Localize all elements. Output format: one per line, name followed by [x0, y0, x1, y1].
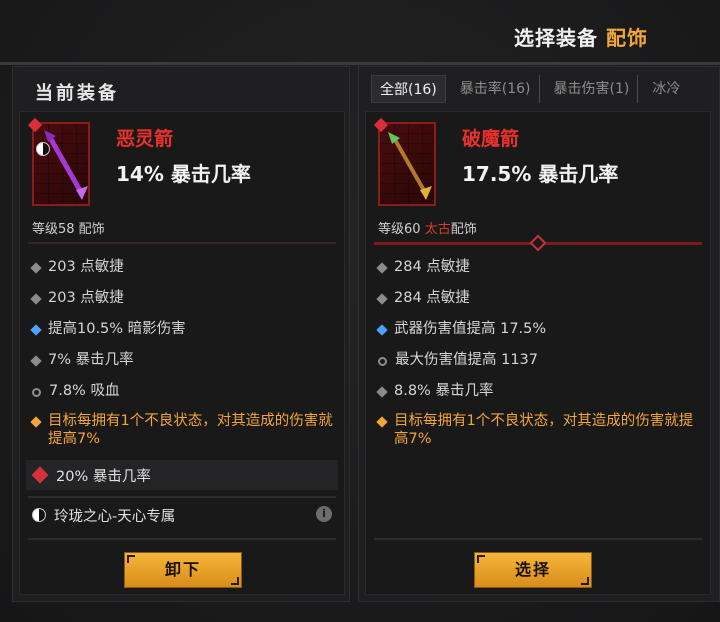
select-equipment-panel: 全部(16) 暴击率(16) 暴击伤害(1) 冰冷 破魔箭 17.5% 暴击几率… — [358, 66, 720, 602]
current-item-card[interactable]: 恶灵箭 14% 暴击几率 等级58 配饰 203 点敏捷 203 点敏捷 提高1… — [19, 111, 345, 595]
socket-row: 20% 暴击几率 — [26, 460, 338, 490]
stat-line: 7% 暴击几率 — [30, 351, 134, 369]
current-equipment-title: 当前装备 — [35, 83, 119, 104]
diamond-bullet-icon — [376, 386, 388, 398]
ancient-tag: 太古 — [424, 222, 451, 237]
current-item-level: 等级58 配饰 — [32, 222, 105, 237]
equipment-screen: 选择装备 配饰 当前装备 恶灵箭 14% 暴击几率 等级58 配饰 203 点敏… — [0, 0, 720, 622]
info-icon[interactable]: i — [316, 506, 332, 522]
diamond-bullet-icon — [30, 355, 42, 367]
item-header-divider — [28, 242, 336, 244]
stat-line: 最大伤害值提高 1137 — [376, 351, 538, 369]
diamond-bullet-icon — [376, 293, 388, 305]
select-button[interactable]: 选择 — [474, 552, 592, 588]
reroll-bullet-icon — [378, 357, 387, 366]
legendary-power-line: 目标每拥有1个不良状态，对其造成的伤害就提高7% — [376, 412, 696, 448]
candidate-item-name: 破魔箭 — [462, 128, 520, 150]
purple-arrow-icon — [27, 117, 90, 206]
current-equipment-panel: 当前装备 恶灵箭 14% 暴击几率 等级58 配饰 203 点敏捷 203 点敏… — [12, 66, 350, 602]
ancient-divider — [374, 234, 702, 252]
stat-line: 7.8% 吸血 — [30, 382, 119, 400]
filter-tabs: 全部(16) 暴击率(16) 暴击伤害(1) 冰冷 — [371, 73, 694, 105]
diamond-bullet-icon — [376, 262, 388, 274]
candidate-item-level: 等级60 太古配饰 — [378, 222, 477, 237]
orange-diamond-bullet-icon — [30, 416, 42, 428]
stat-line: 203 点敏捷 — [30, 289, 124, 307]
legendary-power-line: 目标每拥有1个不良状态，对其造成的伤害就提高7% — [30, 412, 340, 448]
screen-title-main: 选择装备 — [514, 26, 606, 50]
current-item-main-stat: 14% 暴击几率 — [116, 162, 251, 186]
diamond-bullet-icon — [30, 262, 42, 274]
green-arrow-icon — [373, 117, 436, 206]
diamond-bullet-icon — [30, 293, 42, 305]
stat-line: 提高10.5% 暗影伤害 — [30, 320, 186, 338]
stat-line: 8.8% 暴击几率 — [376, 382, 493, 400]
ruby-gem-icon — [31, 466, 49, 484]
candidate-item-card[interactable]: 破魔箭 17.5% 暴击几率 等级60 太古配饰 284 点敏捷 284 点敏捷… — [365, 111, 711, 595]
current-item-name: 恶灵箭 — [116, 128, 174, 150]
reroll-bullet-icon — [32, 388, 41, 397]
yinyang-badge-icon — [36, 142, 50, 156]
footer-divider — [28, 538, 336, 540]
diamond-knob-icon — [529, 234, 547, 252]
blue-diamond-bullet-icon — [376, 324, 388, 336]
candidate-item-main-stat: 17.5% 暴击几率 — [462, 162, 619, 186]
stat-line: 284 点敏捷 — [376, 258, 470, 276]
socket-text: 20% 暴击几率 — [56, 468, 151, 485]
set-row: 玲珑之心-天心专属 i — [26, 500, 338, 530]
socket-divider — [28, 496, 336, 498]
orange-diamond-bullet-icon — [376, 416, 388, 428]
stat-line: 284 点敏捷 — [376, 289, 470, 307]
stat-line: 武器伤害值提高 17.5% — [376, 320, 546, 338]
header-divider — [0, 62, 720, 65]
tab-all[interactable]: 全部(16) — [371, 75, 446, 103]
footer-divider — [374, 538, 702, 540]
tab-cold[interactable]: 冰冷 — [644, 75, 688, 103]
stat-line: 203 点敏捷 — [30, 258, 124, 276]
tab-crit-damage[interactable]: 暴击伤害(1) — [546, 75, 639, 103]
yinyang-icon — [32, 508, 46, 522]
screen-title-accent: 配饰 — [606, 26, 648, 50]
blue-diamond-bullet-icon — [30, 324, 42, 336]
screen-title: 选择装备 配饰 — [514, 22, 648, 51]
unequip-button[interactable]: 卸下 — [124, 552, 242, 588]
tab-crit-rate[interactable]: 暴击率(16) — [452, 75, 540, 103]
set-text: 玲珑之心-天心专属 — [54, 508, 176, 525]
